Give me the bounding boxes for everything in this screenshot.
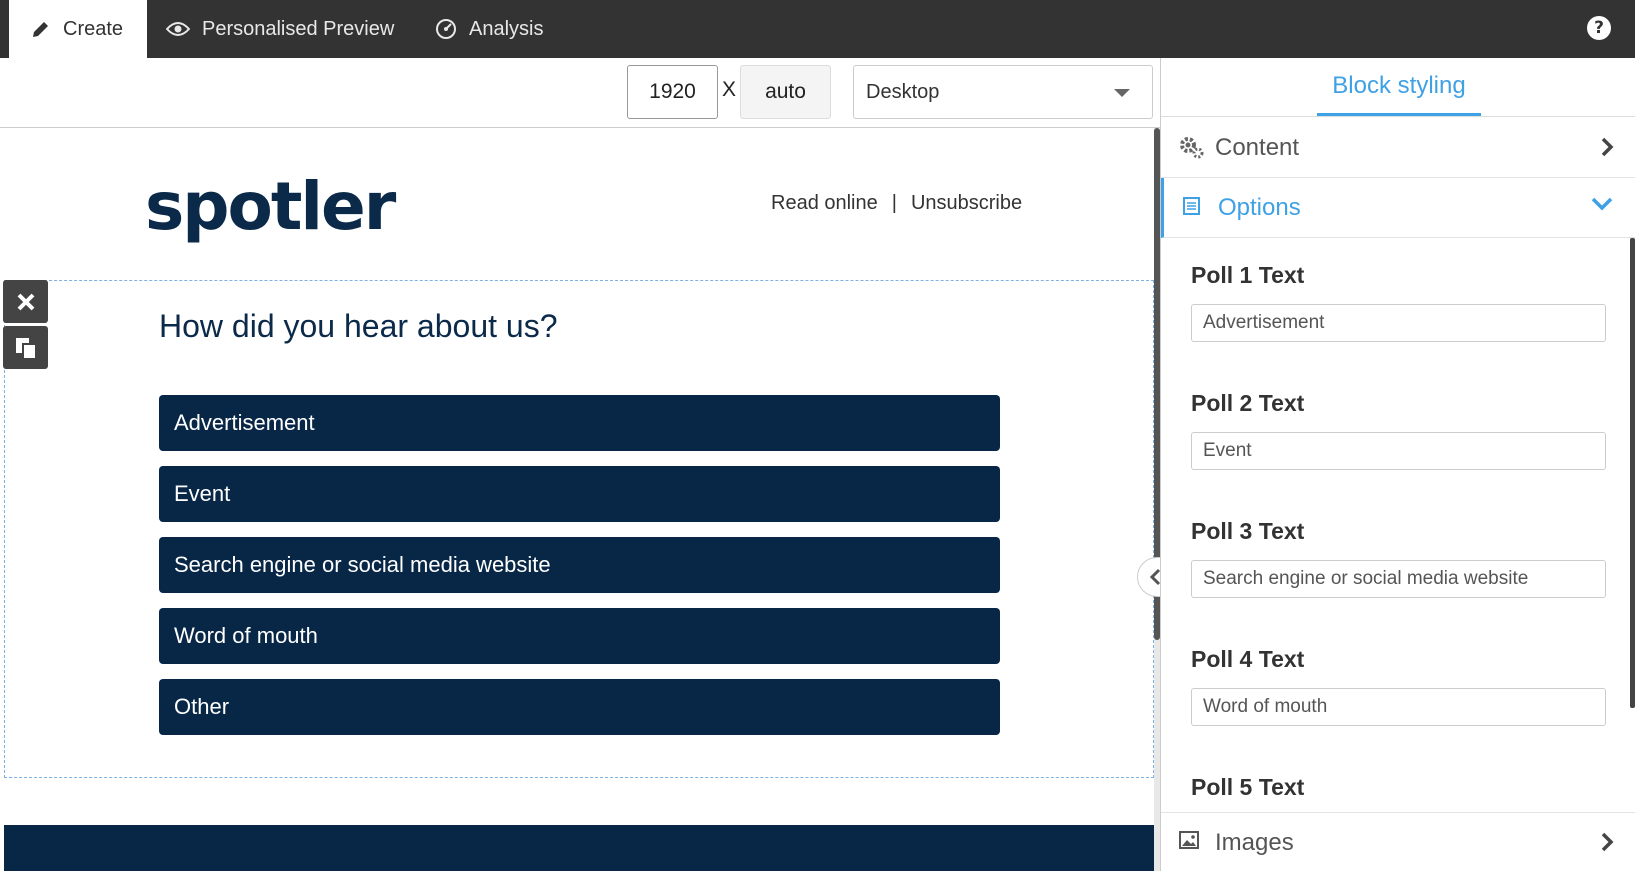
accordion-label: Options: [1218, 194, 1301, 221]
read-online-link[interactable]: Read online: [771, 192, 878, 215]
unsubscribe-link[interactable]: Unsubscribe: [911, 192, 1022, 215]
link-divider: |: [891, 192, 897, 214]
poll-option-button[interactable]: Advertisement: [159, 395, 1000, 451]
header-links: Read online | Unsubscribe: [771, 192, 1022, 215]
accordion-options[interactable]: Options: [1161, 178, 1635, 238]
options-fields: Poll 1 Text Poll 2 Text Poll 3 Text Poll…: [1161, 238, 1635, 812]
device-select[interactable]: Desktop: [853, 65, 1153, 119]
top-navigation-bar: Create Personalised Preview Analysis ?: [0, 0, 1635, 58]
poll-5-field: Poll 5 Text: [1191, 772, 1606, 812]
viewport-width-input[interactable]: [627, 65, 718, 119]
gauge-icon: [436, 19, 456, 39]
device-select-value: Desktop: [866, 80, 940, 103]
list-icon: [1183, 197, 1200, 215]
poll-question: How did you hear about us?: [159, 308, 558, 344]
image-icon: [1179, 831, 1199, 849]
poll-4-text-input[interactable]: [1191, 688, 1606, 726]
field-label: Poll 5 Text: [1191, 774, 1305, 800]
field-label: Poll 2 Text: [1191, 390, 1305, 416]
accordion-label: Images: [1215, 829, 1294, 856]
pencil-icon: [33, 22, 48, 37]
poll-2-field: Poll 2 Text: [1191, 388, 1606, 470]
poll-option-button[interactable]: Event: [159, 466, 1000, 522]
field-label: Poll 4 Text: [1191, 646, 1305, 672]
chevron-down-icon: [1114, 89, 1130, 97]
dimension-separator: X: [722, 78, 737, 101]
close-icon: [17, 293, 34, 310]
panel-divider: [1161, 116, 1635, 117]
email-canvas: spotler Read online | Unsubscribe How di…: [4, 128, 1154, 871]
tab-block-styling[interactable]: Block styling: [1317, 58, 1481, 116]
viewport-height-input[interactable]: [740, 65, 831, 119]
chevron-right-icon: [1601, 137, 1614, 157]
footer-band: [4, 825, 1154, 871]
poll-option-button[interactable]: Word of mouth: [159, 608, 1000, 664]
poll-options: Advertisement Event Search engine or soc…: [159, 395, 1000, 750]
spotler-logo: spotler: [145, 168, 396, 245]
tab-label: Analysis: [469, 17, 544, 40]
poll-1-text-input[interactable]: [1191, 304, 1606, 342]
field-label: Poll 3 Text: [1191, 518, 1305, 544]
delete-block-button[interactable]: [3, 280, 48, 323]
accordion-images[interactable]: Images: [1161, 812, 1635, 872]
tab-personalised-preview[interactable]: Personalised Preview: [166, 0, 394, 58]
accordion-content[interactable]: Content: [1161, 118, 1635, 178]
poll-1-field: Poll 1 Text: [1191, 260, 1606, 342]
poll-2-text-input[interactable]: [1191, 432, 1606, 470]
field-label: Poll 1 Text: [1191, 262, 1305, 288]
poll-3-text-input[interactable]: [1191, 560, 1606, 598]
chevron-down-icon: [1591, 197, 1613, 211]
tab-label: Personalised Preview: [202, 17, 395, 40]
options-scrollbar[interactable]: [1630, 238, 1635, 708]
tab-label: Create: [63, 17, 124, 40]
block-styling-panel: Block styling Content Options Poll 1 Tex…: [1160, 58, 1635, 872]
poll-3-field: Poll 3 Text: [1191, 516, 1606, 598]
poll-option-button[interactable]: Search engine or social media website: [159, 537, 1000, 593]
copy-icon: [15, 337, 37, 360]
duplicate-block-button[interactable]: [3, 326, 48, 369]
tab-analysis[interactable]: Analysis: [435, 0, 543, 58]
accordion-label: Content: [1215, 134, 1300, 161]
help-icon[interactable]: ?: [1587, 16, 1611, 40]
poll-4-field: Poll 4 Text: [1191, 644, 1606, 726]
tab-create[interactable]: Create: [9, 0, 147, 58]
gears-icon: [1180, 137, 1204, 159]
block-actions: [3, 280, 48, 372]
viewport-toolbar: X Desktop: [0, 58, 1160, 128]
eye-icon: [166, 22, 190, 36]
chevron-right-icon: [1601, 832, 1614, 852]
poll-option-button[interactable]: Other: [159, 679, 1000, 735]
